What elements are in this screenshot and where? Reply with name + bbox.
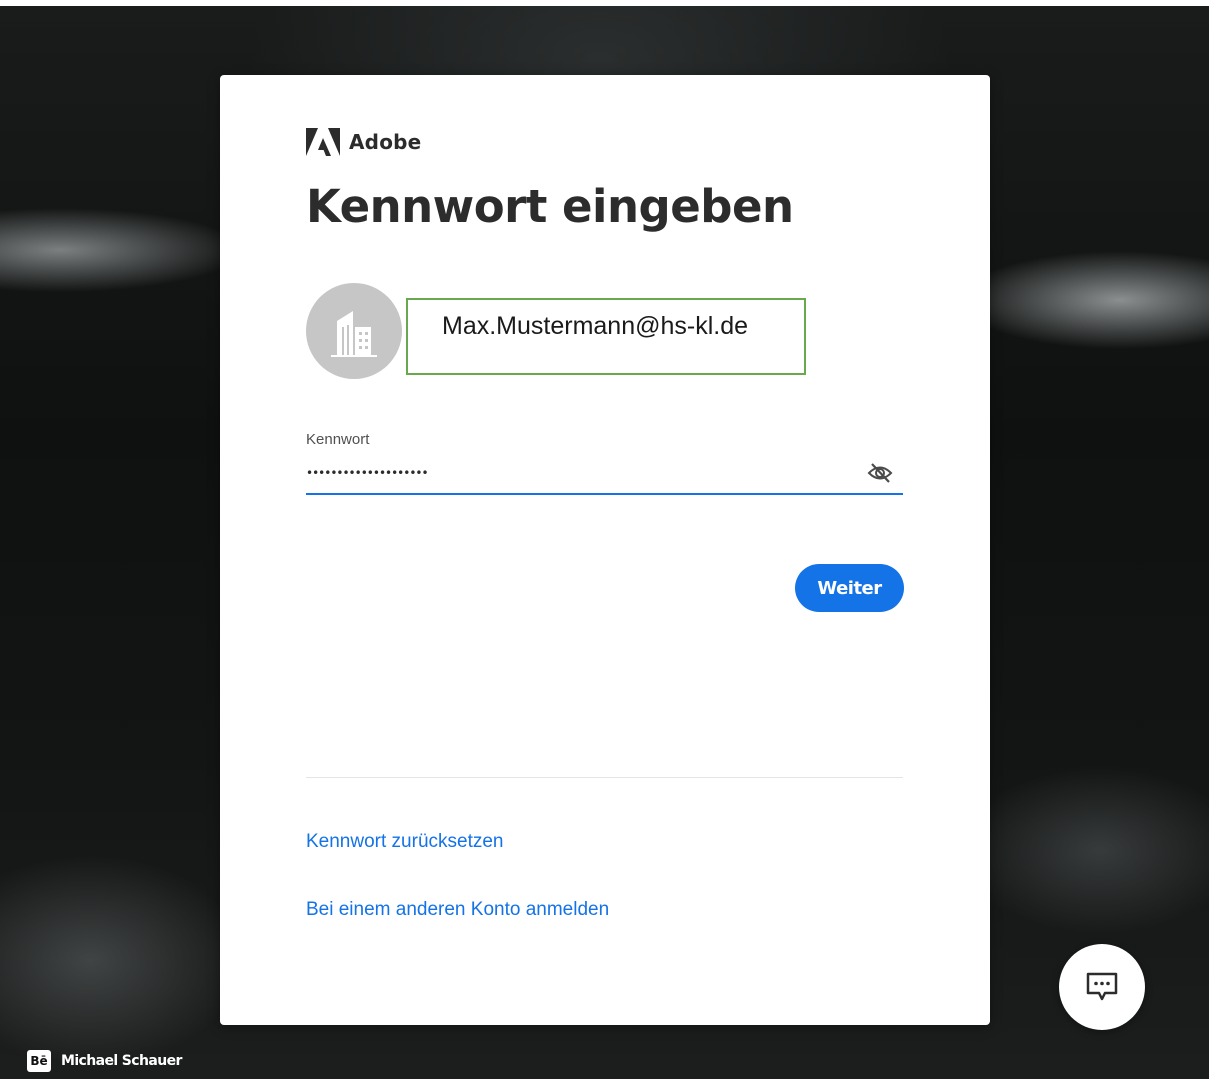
page-title: Kennwort eingeben [306, 180, 794, 233]
chat-button[interactable] [1059, 944, 1145, 1030]
top-strip [0, 0, 1209, 6]
password-label: Kennwort [306, 431, 370, 448]
adobe-wordmark: Adobe [349, 130, 422, 154]
photo-credit[interactable]: Bē Michael Schauer [27, 1050, 182, 1072]
sign-in-card: Adobe Kennwort eingeben Max.Mustermann@h… [220, 75, 990, 1025]
account-email-box: Max.Mustermann@hs-kl.de [406, 298, 806, 375]
behance-icon: Bē [27, 1050, 51, 1072]
divider [306, 777, 903, 778]
adobe-logo-icon [306, 128, 340, 156]
reset-password-link[interactable]: Kennwort zurücksetzen [306, 831, 504, 853]
other-account-link[interactable]: Bei einem anderen Konto anmelden [306, 899, 609, 921]
eye-slash-icon[interactable] [867, 462, 893, 484]
continue-button[interactable]: Weiter [795, 564, 904, 612]
password-input[interactable] [306, 455, 846, 491]
adobe-logo: Adobe [306, 127, 421, 157]
chat-bubble-icon [1086, 972, 1118, 1001]
account-email: Max.Mustermann@hs-kl.de [442, 312, 749, 340]
avatar [306, 283, 402, 379]
building-icon [331, 311, 377, 357]
password-field [306, 455, 903, 495]
photo-credit-name: Michael Schauer [61, 1053, 182, 1069]
